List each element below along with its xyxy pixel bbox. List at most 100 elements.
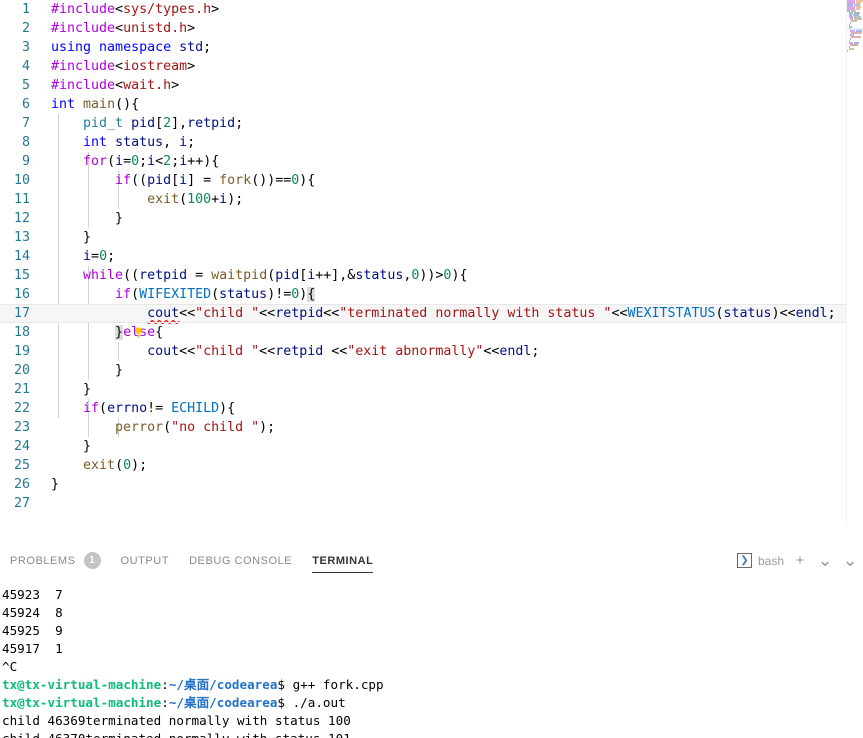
tab-debug-console[interactable]: DEBUG CONSOLE	[179, 543, 302, 578]
line-number: 14	[13, 249, 30, 264]
line-number: 10	[13, 173, 30, 188]
line-number: 1	[21, 2, 30, 17]
line-content: }	[83, 230, 92, 245]
line-number: 22	[13, 401, 30, 416]
tab-terminal-label: TERMINAL	[312, 554, 374, 567]
line-content: #include<sys/types.h>	[51, 2, 220, 17]
bottom-panel: PROBLEMS 1 OUTPUT DEBUG CONSOLE TERMINAL…	[0, 543, 863, 738]
code-line[interactable]: 2 #include<unistd.h>	[0, 19, 863, 38]
line-number: 5	[21, 78, 30, 93]
line-content: }	[83, 382, 92, 397]
tab-debug-console-label: DEBUG CONSOLE	[189, 554, 293, 567]
line-content: }	[51, 477, 60, 492]
line-content: int main(){	[51, 97, 140, 112]
tab-output-label: OUTPUT	[120, 554, 170, 567]
terminal-line: ^C	[2, 659, 18, 674]
line-content: while((retpid = waitpid(pid[i++],&status…	[83, 268, 468, 283]
code-line[interactable]: 1 #include<sys/types.h>	[0, 0, 863, 19]
line-number: 11	[13, 192, 30, 207]
lightbulb-icon[interactable]	[52, 307, 142, 338]
code-line[interactable]: 21 }	[0, 380, 863, 399]
tab-problems[interactable]: PROBLEMS 1	[0, 543, 111, 578]
prompt-colon: :	[161, 677, 169, 692]
line-number: 17	[13, 306, 30, 321]
code-line[interactable]: 20 }	[0, 361, 863, 380]
code-line[interactable]: 12 }	[0, 209, 863, 228]
line-number: 9	[21, 154, 30, 169]
code-line[interactable]: 8 int status, i;	[0, 133, 863, 152]
code-line[interactable]: 24 }	[0, 437, 863, 456]
plus-icon[interactable]: +	[791, 552, 809, 570]
code-line[interactable]: 26 }	[0, 475, 863, 494]
code-line[interactable]: 23 perror("no child ");	[0, 418, 863, 437]
panel-tab-bar: PROBLEMS 1 OUTPUT DEBUG CONSOLE TERMINAL…	[0, 543, 863, 578]
prompt-dollar: $	[277, 677, 286, 692]
line-number: 19	[13, 344, 30, 359]
panel-maximize-chevron-down-icon[interactable]: ⌄	[841, 550, 859, 570]
code-line[interactable]: 15 while((retpid = waitpid(pid[i++],&sta…	[0, 266, 863, 285]
code-line[interactable]: 14 i=0;	[0, 247, 863, 266]
line-content: #include<wait.h>	[51, 78, 180, 93]
code-line[interactable]: 9 for(i=0;i<2;i++){	[0, 152, 863, 171]
active-shell-chip[interactable]: ❯ bash	[736, 553, 784, 568]
code-line[interactable]: 22 if(errno!= ECHILD){	[0, 399, 863, 418]
code-line[interactable]: 5 #include<wait.h>	[0, 76, 863, 95]
line-number: 26	[13, 477, 30, 492]
terminal-prompt-line: tx@tx-virtual-machine:~/桌面/codearea$ ./a…	[2, 694, 863, 712]
terminal-prompt-icon: ❯	[736, 553, 752, 568]
terminal-line: 45923 7	[2, 587, 63, 602]
terminal-output[interactable]: 45923 7 45924 8 45925 9 45917 1 ^C tx@tx…	[0, 578, 863, 738]
prompt-user: tx@tx-virtual-machine	[2, 677, 162, 692]
horizontal-scrollbar-track[interactable]	[0, 527, 847, 533]
line-number: 8	[21, 135, 30, 150]
chevron-down-icon[interactable]: ⌄	[816, 550, 834, 570]
code-line[interactable]: 19 cout<<"child "<<retpid <<"exit abnorm…	[0, 342, 863, 361]
prompt-colon: :	[161, 695, 169, 710]
line-number: 20	[13, 363, 30, 378]
minimap[interactable]	[847, 0, 863, 523]
terminal-line: 45917 1	[2, 641, 63, 656]
line-number: 25	[13, 458, 30, 473]
tab-terminal[interactable]: TERMINAL	[302, 543, 383, 578]
code-line-active[interactable]: 17 cout<<"child "<<retpid<<"terminated n…	[0, 304, 863, 338]
code-editor[interactable]: 1 #include<sys/types.h> 2 #include<unist…	[0, 0, 863, 533]
code-line[interactable]: 10 if((pid[i] = fork())==0){	[0, 171, 863, 190]
terminal-command: ./a.out	[285, 695, 346, 710]
line-content: cout<<"child "<<retpid <<"exit abnormall…	[147, 344, 540, 359]
line-content: perror("no child ");	[115, 420, 276, 435]
terminal-line: 45924 8	[2, 605, 63, 620]
problems-count-badge: 1	[83, 552, 101, 569]
line-number: 12	[13, 211, 30, 226]
code-line[interactable]: 11 exit(100+i);	[0, 190, 863, 209]
line-number: 27	[13, 496, 30, 511]
panel-actions: ❯ bash + ⌄ ⌄	[736, 543, 859, 578]
code-lines[interactable]: 1 #include<sys/types.h> 2 #include<unist…	[0, 0, 863, 513]
line-content: exit(100+i);	[147, 192, 244, 207]
tab-active-indicator	[312, 572, 374, 573]
code-line[interactable]: 27	[0, 494, 863, 513]
line-content: if((pid[i] = fork())==0){	[115, 173, 316, 188]
line-number: 6	[21, 97, 30, 112]
code-line[interactable]: 4 #include<iostream>	[0, 57, 863, 76]
tab-problems-label: PROBLEMS	[10, 554, 76, 567]
line-content: exit(0);	[83, 458, 148, 473]
line-number: 18	[13, 325, 30, 340]
line-number: 13	[13, 230, 30, 245]
code-line[interactable]: 25 exit(0);	[0, 456, 863, 475]
code-line[interactable]: 13 }	[0, 228, 863, 247]
terminal-prompt-line: tx@tx-virtual-machine:~/桌面/codearea$ g++…	[2, 676, 863, 694]
code-line[interactable]: 6 int main(){	[0, 95, 863, 114]
line-content: i=0;	[83, 249, 116, 264]
line-number: 21	[13, 382, 30, 397]
prompt-path: ~/桌面/codearea	[168, 677, 278, 692]
code-line[interactable]: 3 using namespace std;	[0, 38, 863, 57]
prompt-user: tx@tx-virtual-machine	[2, 695, 162, 710]
line-number: 7	[21, 116, 30, 131]
prompt-path: ~/桌面/codearea	[168, 695, 278, 710]
line-number: 24	[13, 439, 30, 454]
code-line[interactable]: 7 pid_t pid[2],retpid;	[0, 114, 863, 133]
terminal-command: g++ fork.cpp	[285, 677, 384, 692]
terminal-line: child 46370terminated normally with stat…	[2, 730, 863, 738]
code-line[interactable]: 16 if(WIFEXITED(status)!=0){	[0, 285, 863, 304]
tab-output[interactable]: OUTPUT	[111, 543, 180, 578]
